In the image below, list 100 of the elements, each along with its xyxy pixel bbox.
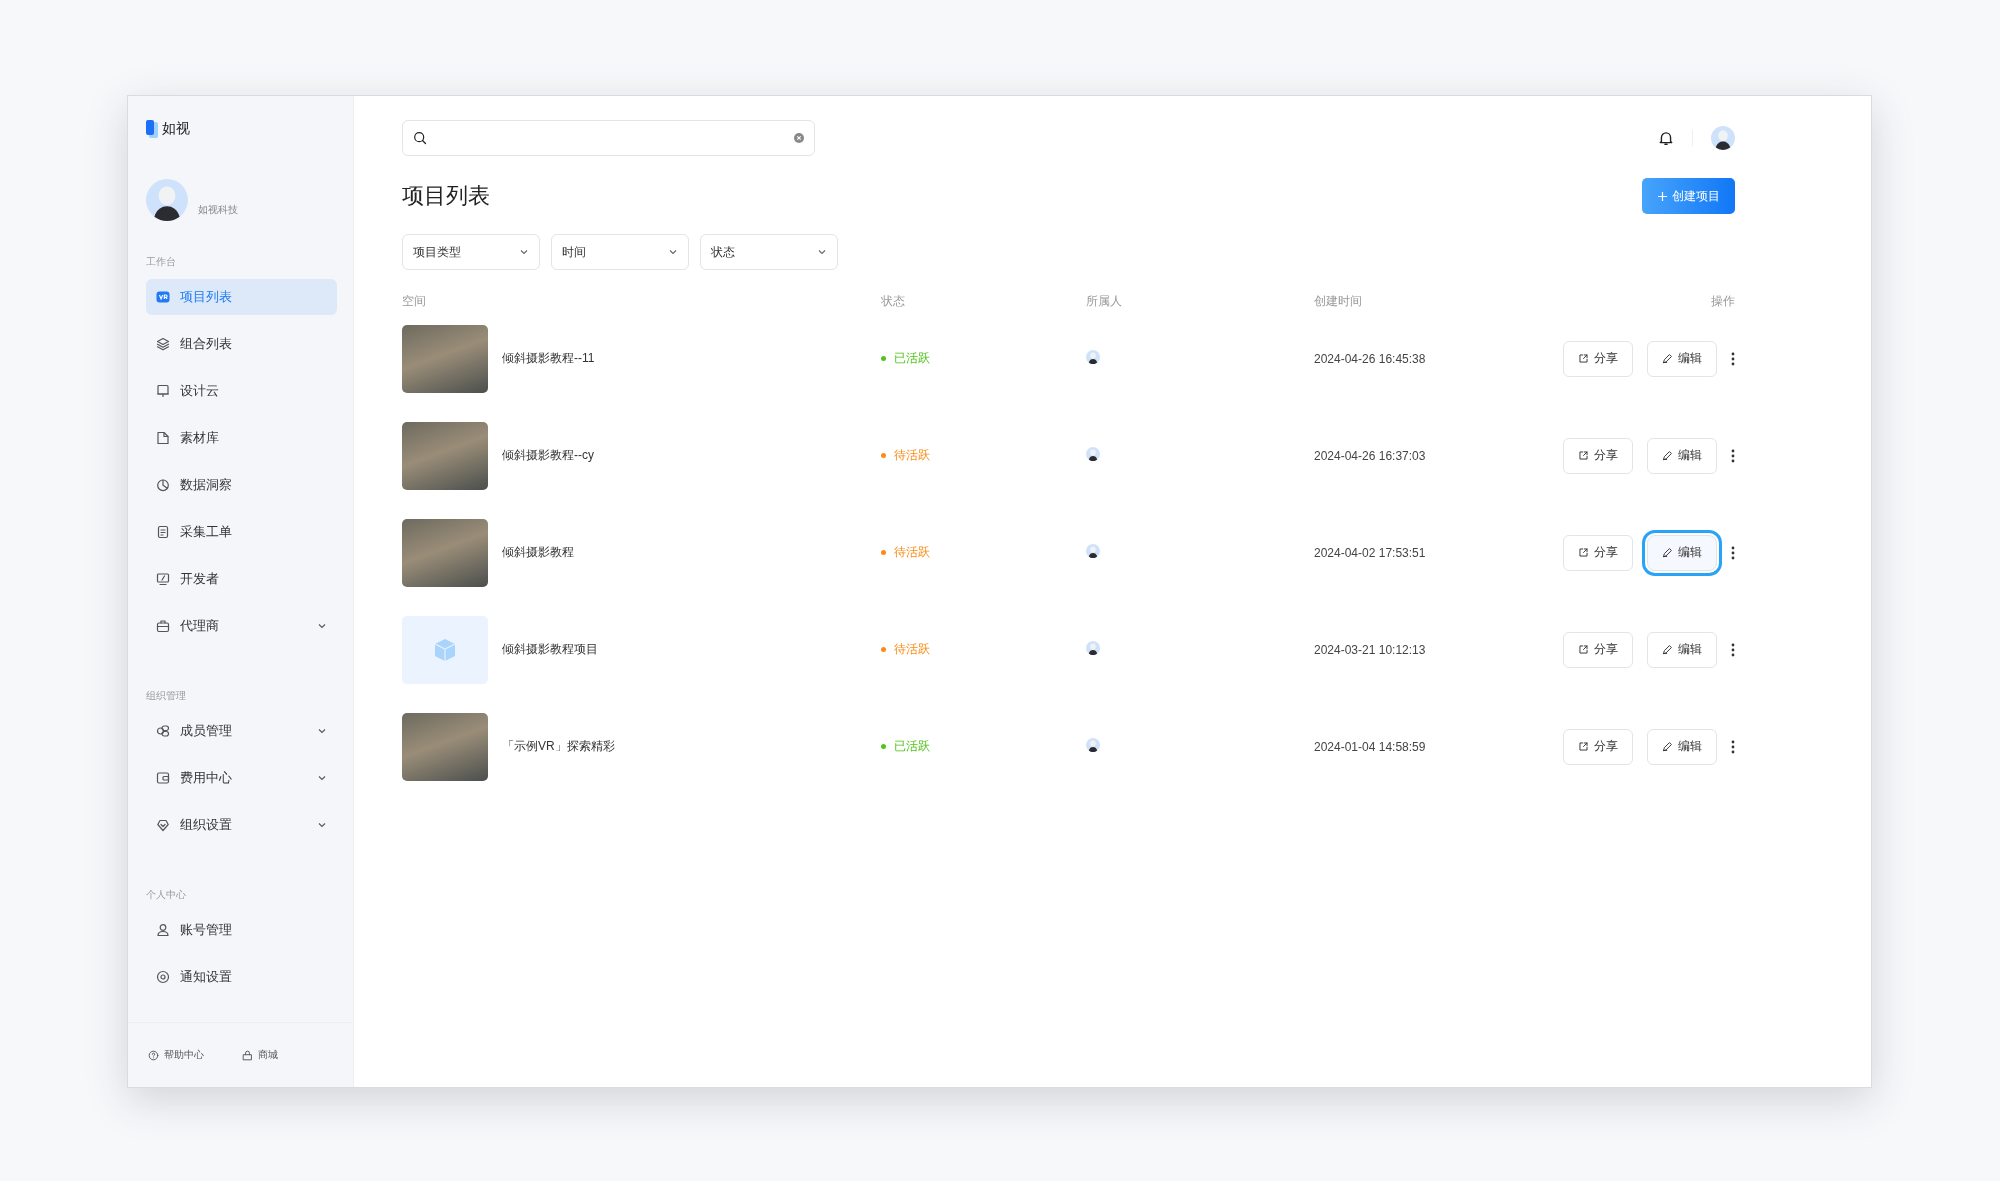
edit-button[interactable]: 编辑 [1647, 437, 1717, 474]
share-icon [1578, 450, 1589, 461]
nav-item[interactable]: 设计云 [146, 373, 337, 409]
chevron-icon [317, 773, 327, 783]
more-icon[interactable] [1731, 448, 1735, 463]
owner-avatar [1086, 349, 1100, 364]
filter-dropdown[interactable]: 项目类型 [402, 234, 540, 270]
created-time: 2024-01-04 14:58:59 [1314, 739, 1427, 754]
help-icon [148, 1049, 159, 1061]
logo-icon [146, 120, 158, 138]
owner-avatar [1086, 737, 1100, 752]
edit-button[interactable]: 编辑 [1647, 340, 1717, 377]
chevron-icon [817, 247, 827, 257]
project-name[interactable]: 倾斜摄影教程项目 [502, 641, 598, 658]
more-icon[interactable] [1731, 351, 1735, 366]
logo-text: 如视 [162, 120, 190, 138]
status-text: 待活跃 [894, 544, 930, 561]
owner-avatar [1086, 640, 1100, 655]
column-header: 空间 [402, 292, 427, 310]
pie-chart-icon [156, 478, 170, 492]
page-title: 项目列表 [402, 182, 490, 210]
user-icon [156, 923, 170, 937]
cube-icon [432, 636, 458, 663]
owner-avatar [1086, 543, 1100, 558]
user-avatar [1711, 126, 1735, 150]
share-button[interactable]: 分享 [1563, 631, 1633, 668]
file-icon [156, 431, 170, 445]
nav-item[interactable]: 采集工单 [146, 514, 337, 550]
layers-icon [156, 337, 170, 351]
chevron-icon [317, 621, 327, 631]
share-button[interactable]: 分享 [1563, 437, 1633, 474]
footer-link[interactable]: 帮助中心 [148, 1048, 204, 1062]
organization-name: 如视科技 [198, 203, 238, 217]
nav-item[interactable]: 账号管理 [146, 912, 337, 948]
status-text: 已活跃 [894, 350, 930, 367]
plus-icon [1657, 191, 1667, 201]
nav-item[interactable]: 成员管理 [146, 713, 337, 749]
search-icon [413, 131, 427, 145]
nav-item[interactable]: 组织设置 [146, 807, 337, 843]
more-icon[interactable] [1731, 642, 1735, 657]
nav-item[interactable]: 组合列表 [146, 326, 337, 362]
wallet-icon [156, 771, 170, 785]
pencil-icon [1662, 547, 1673, 558]
footer-link[interactable]: 商城 [242, 1048, 278, 1062]
filter-dropdown[interactable]: 状态 [700, 234, 838, 270]
chevron-icon [519, 247, 529, 257]
column-header: 所属人 [1086, 292, 1123, 310]
members-icon [156, 724, 170, 738]
nav-item[interactable]: 数据洞察 [146, 467, 337, 503]
section-title: 个人中心 [145, 888, 187, 902]
document-icon [156, 525, 170, 539]
project-name[interactable]: 倾斜摄影教程--11 [502, 350, 595, 367]
owner-avatar [1086, 446, 1100, 461]
vr-icon [156, 290, 170, 304]
column-header: 状态 [881, 292, 906, 310]
column-header: 创建时间 [1314, 292, 1363, 310]
nav-item[interactable]: 费用中心 [146, 760, 337, 796]
share-button[interactable]: 分享 [1563, 534, 1633, 571]
created-time: 2024-04-26 16:37:03 [1314, 448, 1427, 463]
project-name[interactable]: 「示例VR」探索精彩 [502, 738, 615, 755]
briefcase-icon [156, 619, 170, 633]
more-icon[interactable] [1731, 545, 1735, 560]
nav-item[interactable]: 通知设置 [146, 959, 337, 995]
status-text: 待活跃 [894, 447, 930, 464]
project-name[interactable]: 倾斜摄影教程--cy [502, 447, 594, 464]
share-icon [1578, 353, 1589, 364]
nav-item[interactable]: 代理商 [146, 608, 337, 644]
created-time: 2024-03-21 10:12:13 [1314, 642, 1427, 657]
search-field[interactable] [402, 120, 815, 156]
bag-icon [242, 1049, 253, 1061]
edit-button[interactable]: 编辑 [1647, 728, 1717, 765]
chevron-icon [317, 820, 327, 830]
chevron-icon [668, 247, 678, 257]
share-icon [1578, 644, 1589, 655]
share-button[interactable]: 分享 [1563, 728, 1633, 765]
edit-button[interactable]: 编辑 [1647, 631, 1717, 668]
created-time: 2024-04-02 17:53:51 [1314, 545, 1427, 560]
monitor-icon [156, 384, 170, 398]
status-text: 待活跃 [894, 641, 930, 658]
create-button[interactable]: 创建项目 [1642, 178, 1735, 214]
project-name[interactable]: 倾斜摄影教程 [502, 544, 574, 561]
pencil-icon [1662, 644, 1673, 655]
avatar [146, 179, 188, 221]
nav-item[interactable]: 开发者 [146, 561, 337, 597]
section-title: 工作台 [145, 255, 177, 269]
pencil-icon [1662, 450, 1673, 461]
share-icon [1578, 741, 1589, 752]
status-text: 已活跃 [894, 738, 930, 755]
pencil-icon [1662, 353, 1673, 364]
settings-icon [156, 970, 170, 984]
bell-icon [1658, 130, 1674, 146]
nav-item[interactable]: 素材库 [146, 420, 337, 456]
filter-dropdown[interactable]: 时间 [551, 234, 689, 270]
more-icon[interactable] [1731, 739, 1735, 754]
monitor-icon [156, 572, 170, 586]
clear-icon[interactable] [794, 133, 804, 143]
share-icon [1578, 547, 1589, 558]
share-button[interactable]: 分享 [1563, 340, 1633, 377]
pencil-icon [1662, 741, 1673, 752]
column-header: 操作 [1711, 292, 1735, 310]
